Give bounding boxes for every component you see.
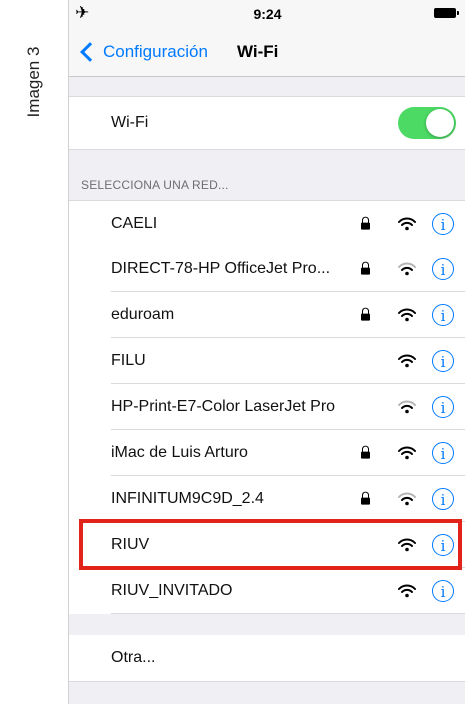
- wifi-toggle-label: Wi-Fi: [111, 114, 149, 131]
- battery-icon: [434, 8, 459, 18]
- network-row[interactable]: RIUV_INVITADO i: [69, 568, 465, 614]
- wifi-signal-icon: [398, 217, 416, 231]
- info-icon[interactable]: i: [432, 304, 454, 326]
- lock-icon: [361, 261, 370, 275]
- network-row[interactable]: INFINITUM9C9D_2.4 i: [69, 476, 465, 522]
- status-bar: ✈ 9:24: [69, 0, 465, 28]
- wifi-signal-icon: [398, 584, 416, 598]
- network-row[interactable]: iMac de Luis Arturo i: [69, 430, 465, 476]
- wifi-signal-icon: [398, 400, 416, 414]
- network-name: HP-Print-E7-Color LaserJet Pro: [111, 398, 336, 415]
- side-caption: Imagen 3: [0, 0, 68, 704]
- status-time: 9:24: [253, 6, 282, 22]
- other-network-row[interactable]: Otra...: [69, 635, 465, 682]
- lock-icon: [361, 491, 370, 505]
- network-row[interactable]: eduroam i: [69, 292, 465, 338]
- wifi-signal-icon: [398, 538, 416, 552]
- network-name: FILU: [111, 352, 146, 369]
- row-separator: [111, 613, 465, 614]
- wifi-signal-icon: [398, 446, 416, 460]
- page: Imagen 3 ✈ 9:24 Configuración Wi-Fi Wi-F…: [0, 0, 465, 704]
- info-icon[interactable]: i: [432, 534, 454, 556]
- section-header: SELECCIONA UNA RED...: [81, 178, 229, 192]
- info-icon[interactable]: i: [432, 580, 454, 602]
- lock-icon: [361, 307, 370, 321]
- info-icon[interactable]: i: [432, 258, 454, 280]
- network-row[interactable]: RIUV i: [69, 522, 465, 568]
- network-name: RIUV_INVITADO: [111, 582, 233, 599]
- network-row[interactable]: CAELI i: [69, 200, 465, 247]
- chevron-left-icon: [80, 42, 100, 62]
- other-network-label: Otra...: [111, 649, 156, 666]
- wifi-toggle-switch[interactable]: [398, 107, 456, 139]
- back-button-label: Configuración: [103, 42, 208, 61]
- navigation-bar: Configuración Wi-Fi: [69, 28, 465, 77]
- network-row[interactable]: HP-Print-E7-Color LaserJet Pro i: [69, 384, 465, 430]
- network-row[interactable]: DIRECT-78-HP OfficeJet Pro... i: [69, 246, 465, 292]
- network-name: INFINITUM9C9D_2.4: [111, 490, 264, 507]
- lock-icon: [361, 216, 370, 230]
- info-icon[interactable]: i: [432, 350, 454, 372]
- lock-icon: [361, 445, 370, 459]
- wifi-signal-icon: [398, 492, 416, 506]
- network-name: DIRECT-78-HP OfficeJet Pro...: [111, 260, 331, 277]
- page-title: Wi-Fi: [237, 42, 279, 61]
- side-caption-text: Imagen 3: [24, 46, 43, 118]
- wifi-signal-icon: [398, 308, 416, 322]
- network-name: eduroam: [111, 306, 175, 323]
- phone-screen: ✈ 9:24 Configuración Wi-Fi Wi-Fi SELECCI…: [68, 0, 465, 704]
- back-button[interactable]: Configuración: [77, 38, 208, 66]
- network-row[interactable]: FILU i: [69, 338, 465, 384]
- info-icon[interactable]: i: [432, 488, 454, 510]
- info-icon[interactable]: i: [432, 442, 454, 464]
- network-name: RIUV: [111, 536, 150, 553]
- network-name: iMac de Luis Arturo: [111, 444, 248, 461]
- toggle-knob: [426, 109, 454, 137]
- info-icon[interactable]: i: [432, 396, 454, 418]
- wifi-signal-icon: [398, 262, 416, 276]
- wifi-signal-icon: [398, 354, 416, 368]
- network-name: CAELI: [111, 215, 158, 232]
- wifi-toggle-row: Wi-Fi: [69, 96, 465, 150]
- info-icon[interactable]: i: [432, 213, 454, 235]
